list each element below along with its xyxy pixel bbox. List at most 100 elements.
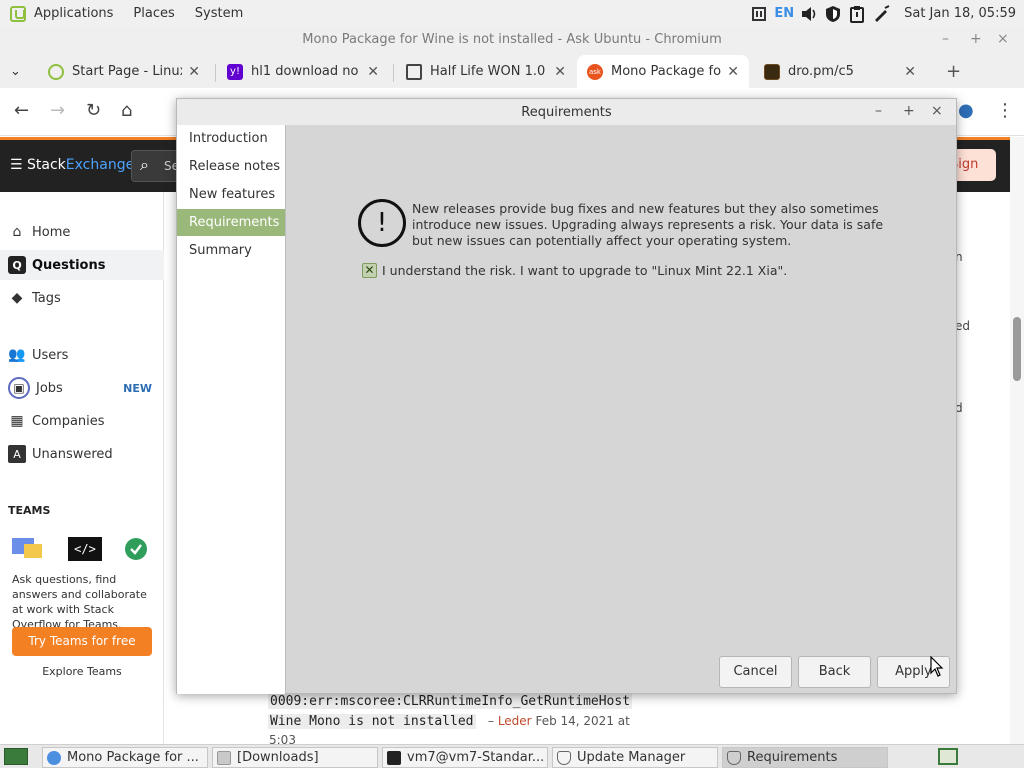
clipboard-icon[interactable] [848, 5, 866, 23]
tab-label: Mono Package for Wine [611, 64, 722, 79]
back-button[interactable]: Back [798, 656, 871, 688]
keyboard-layout-indicator[interactable]: EN [774, 6, 794, 21]
requirements-dialog: Requirements – + × Introduction Release … [176, 98, 957, 694]
step-summary[interactable]: Summary [177, 237, 285, 264]
system-tray: EN Sat Jan 18, 05:59 [750, 0, 1016, 27]
home-icon[interactable]: ⌂ [121, 100, 132, 121]
maximize-icon[interactable]: + [970, 27, 982, 52]
askubuntu-icon: ask [587, 63, 603, 80]
step-new-features[interactable]: New features [177, 181, 285, 208]
dialog-title: Requirements [521, 105, 612, 120]
task-terminal[interactable]: vm7@vm7-Standar... [382, 747, 548, 768]
shield-icon [557, 750, 571, 765]
tab-search-dropdown-icon[interactable]: ⌄ [4, 55, 32, 88]
volume-icon[interactable] [800, 5, 818, 23]
text-fragment: ed [955, 319, 970, 333]
window-titlebar: Mono Package for Wine is not installed -… [0, 27, 1024, 52]
building-icon: ▦ [10, 413, 24, 429]
risk-checkbox[interactable]: ✕ [362, 263, 377, 278]
tab-half-life-won[interactable]: Half Life WON 1.0 ✕ [396, 55, 576, 88]
tab-close-icon[interactable]: ✕ [367, 64, 379, 80]
tab-dro-pm[interactable]: dro.pm/c5 ✕ [754, 55, 926, 88]
explore-teams-link[interactable]: Explore Teams [12, 665, 152, 678]
nav-tags[interactable]: ◆ Tags [0, 283, 164, 313]
close-icon[interactable]: × [931, 103, 943, 119]
step-release-notes[interactable]: Release notes [177, 153, 285, 180]
search-icon: ⌕ [140, 155, 149, 174]
site-search-input[interactable]: ⌕ Se [131, 150, 181, 182]
menu-places[interactable]: Places [133, 6, 174, 21]
tab-label: Half Life WON 1.0 [430, 64, 546, 79]
risk-checkbox-label[interactable]: I understand the risk. I want to upgrade… [382, 263, 787, 278]
step-introduction[interactable]: Introduction [177, 125, 285, 152]
warning-text: New releases provide bug fixes and new f… [412, 201, 884, 248]
unanswered-icon: A [8, 445, 26, 463]
browser-menu-icon[interactable]: ⋮ [996, 100, 1014, 121]
tab-label: dro.pm/c5 [788, 64, 854, 79]
step-requirements[interactable]: Requirements [177, 209, 285, 236]
new-tab-icon[interactable]: + [936, 55, 964, 88]
tab-strip: ⌄ Start Page - Linux Mint ✕ y! hl1 downl… [0, 52, 1024, 88]
tab-close-icon[interactable]: ✕ [727, 64, 739, 80]
mint-icon [48, 63, 64, 80]
nav-home[interactable]: ⌂ Home [0, 217, 164, 247]
back-icon[interactable]: ← [14, 100, 29, 121]
nav-questions[interactable]: Q Questions [0, 250, 164, 280]
questions-icon: Q [8, 256, 26, 274]
nav-jobs[interactable]: ▣ Jobs NEW [0, 373, 164, 403]
pen-icon[interactable] [872, 4, 890, 23]
try-teams-button[interactable]: Try Teams for free [12, 627, 152, 656]
workspace-switcher-icon[interactable] [938, 748, 958, 765]
dialog-titlebar: Requirements [177, 99, 956, 125]
tab-close-icon[interactable]: ✕ [188, 64, 200, 80]
maximize-icon[interactable]: + [903, 103, 915, 119]
menu-applications[interactable]: Applications [34, 6, 113, 21]
window-title: Mono Package for Wine is not installed -… [302, 32, 722, 47]
check-circle-icon [125, 538, 147, 560]
task-downloads[interactable]: [Downloads] [212, 747, 378, 768]
tab-hl1-download[interactable]: y! hl1 download no login ✕ [217, 55, 389, 88]
close-icon[interactable]: × [997, 27, 1009, 52]
cancel-button[interactable]: Cancel [719, 656, 792, 688]
tab-close-icon[interactable]: ✕ [554, 64, 566, 80]
comment-user-link[interactable]: Leder [498, 714, 532, 728]
tab-mono-package[interactable]: ask Mono Package for Wine ✕ [577, 55, 749, 88]
task-update-manager[interactable]: Update Manager [552, 747, 718, 768]
stackexchange-logo[interactable]: ☰ StackExchange [10, 157, 134, 173]
clock[interactable]: Sat Jan 18, 05:59 [904, 6, 1016, 21]
shield-icon[interactable] [824, 5, 842, 23]
forward-icon[interactable]: → [50, 100, 65, 121]
chat-icon [12, 538, 42, 558]
update-icon[interactable] [750, 5, 768, 23]
code-snippet: 0009:err:mscoree:CLRRuntimeInfo_GetRunti… [268, 694, 633, 709]
task-requirements[interactable]: Requirements [722, 747, 888, 768]
svg-text:</>: </> [74, 542, 96, 556]
nav-companies[interactable]: ▦ Companies [0, 406, 164, 436]
menu-system[interactable]: System [195, 6, 243, 21]
profile-icon[interactable]: ● [958, 100, 974, 121]
top-panel: Applications Places System EN Sat Jan 18… [0, 0, 1024, 27]
mouse-cursor-icon [930, 656, 944, 677]
nav-users[interactable]: 👥 Users [0, 340, 164, 370]
warning-icon: ! [358, 199, 406, 247]
tab-start-page[interactable]: Start Page - Linux Mint ✕ [38, 55, 210, 88]
tag-icon: ◆ [11, 290, 23, 306]
home-icon: ⌂ [12, 224, 22, 240]
show-desktop-icon[interactable] [4, 748, 28, 765]
yahoo-icon: y! [227, 63, 243, 80]
reload-icon[interactable]: ↻ [86, 100, 101, 121]
left-nav: ⌂ Home Q Questions ◆ Tags 👥 Users ▣ Jobs NEW ▦… [0, 192, 164, 744]
scrollbar-thumb[interactable] [1013, 317, 1021, 381]
mint-menu-icon[interactable] [10, 5, 26, 22]
code-snippet: Wine Mono is not installed [268, 714, 476, 729]
page-icon [764, 63, 780, 80]
nav-unanswered[interactable]: A Unanswered [0, 439, 164, 469]
tab-close-icon[interactable]: ✕ [904, 64, 916, 80]
taskbar: Mono Package for ... [Downloads] vm7@vm7… [0, 744, 1024, 768]
minimize-icon[interactable]: – [875, 103, 882, 119]
minimize-icon[interactable]: – [942, 27, 949, 52]
page-scrollbar[interactable] [1010, 137, 1024, 744]
teams-heading: TEAMS [8, 504, 51, 517]
task-chromium[interactable]: Mono Package for ... [42, 747, 208, 768]
folder-icon [217, 750, 231, 765]
